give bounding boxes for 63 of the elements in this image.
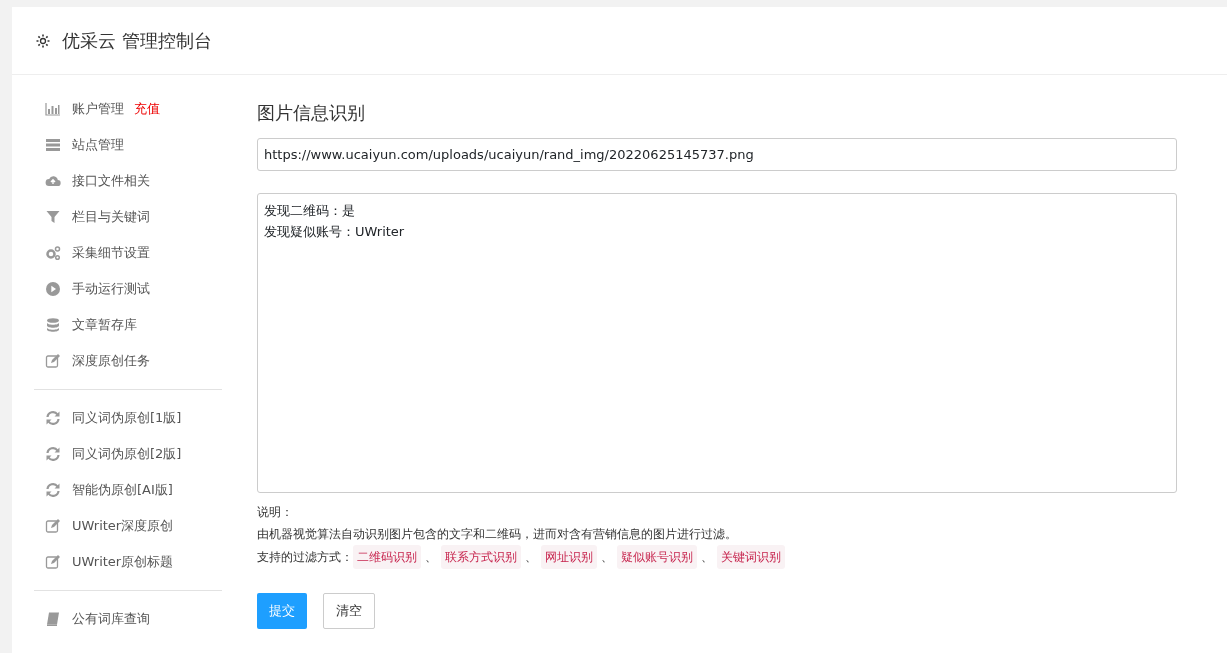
sidebar-item[interactable]: 深度原创任务 <box>34 343 222 379</box>
sidebar-item[interactable]: 文章暂存库 <box>34 307 222 343</box>
sidebar-item[interactable]: 账户管理 充值 <box>34 91 222 127</box>
refresh-icon <box>44 446 62 462</box>
result-field[interactable]: 发现二维码：是 发现疑似账号：UWriter <box>257 193 1177 493</box>
sidebar-item[interactable]: 站点管理 <box>34 127 222 163</box>
separator: 、 <box>524 549 538 566</box>
section-title: 图片信息识别 <box>257 101 366 125</box>
separator: 、 <box>600 549 614 566</box>
edit-icon <box>44 518 62 534</box>
gears-icon <box>44 245 62 261</box>
database-icon <box>44 317 62 333</box>
bar-chart-icon <box>44 101 62 117</box>
console-title: 优采云 管理控制台 <box>62 29 212 53</box>
sidebar-item[interactable]: 采集细节设置 <box>34 235 222 271</box>
sidebar-label: 手动运行测试 <box>72 280 150 299</box>
sidebar-item[interactable]: 接口文件相关 <box>34 163 222 199</box>
sidebar-label: 文章暂存库 <box>72 316 137 335</box>
sidebar-label: 站点管理 <box>72 136 124 155</box>
sidebar-item[interactable]: UWriter原创标题 <box>34 544 222 580</box>
sidebar-label: 智能伪原创[AI版] <box>72 481 173 500</box>
sidebar-item[interactable]: 公有词库查询 <box>34 601 222 637</box>
sidebar-label: UWriter深度原创 <box>72 517 174 536</box>
recharge-link[interactable]: 充值 <box>134 99 160 119</box>
refresh-icon <box>44 482 62 498</box>
filter-tag: 网址识别 <box>541 545 597 569</box>
sidebar-label: 接口文件相关 <box>72 172 150 191</box>
separator: 、 <box>424 549 438 566</box>
filter-tag: 联系方式识别 <box>441 545 521 569</box>
filter-tag: 二维码识别 <box>353 545 421 569</box>
filter-tag: 疑似账号识别 <box>617 545 697 569</box>
settings-icon <box>34 32 52 49</box>
edit-icon <box>44 554 62 570</box>
refresh-icon <box>44 410 62 426</box>
url-field[interactable]: https://www.ucaiyun.com/uploads/ucaiyun/rand_img/20220625145737.png <box>257 138 1177 171</box>
sidebar-label: 深度原创任务 <box>72 352 150 371</box>
sidebar-label: 同义词伪原创[1版] <box>72 409 182 428</box>
separator: 、 <box>700 549 714 566</box>
notes-heading: 说明： <box>257 504 294 521</box>
filter-icon <box>44 209 62 225</box>
sidebar-item[interactable]: 栏目与关键词 <box>34 199 222 235</box>
sidebar-label: 同义词伪原创[2版] <box>72 445 182 464</box>
book-icon <box>44 611 62 627</box>
cloud-upload-icon <box>44 173 62 189</box>
sidebar-label: 栏目与关键词 <box>72 208 150 227</box>
sidebar-item[interactable]: 智能伪原创[AI版] <box>34 472 222 508</box>
sidebar-label: 采集细节设置 <box>72 244 150 263</box>
sidebar-item[interactable]: 同义词伪原创[2版] <box>34 436 222 472</box>
sidebar-label: 公有词库查询 <box>72 610 150 629</box>
sidebar-item[interactable]: 手动运行测试 <box>34 271 222 307</box>
sidebar-label: UWriter原创标题 <box>72 553 174 572</box>
sidebar-item[interactable]: UWriter深度原创 <box>34 508 222 544</box>
filter-tag: 关键词识别 <box>717 545 785 569</box>
notes-text: 由机器视觉算法自动识别图片包含的文字和二维码，进而对含有营销信息的图片进行过滤。 <box>257 526 738 543</box>
server-icon <box>44 137 62 153</box>
result-line: 发现二维码：是 <box>264 202 356 220</box>
sidebar-item[interactable]: 同义词伪原创[1版] <box>34 400 222 436</box>
play-icon <box>44 281 62 297</box>
result-line: 发现疑似账号：UWriter <box>264 223 406 241</box>
clear-button[interactable]: 清空 <box>323 593 375 629</box>
edit-icon <box>44 353 62 369</box>
filters-label: 支持的过滤方式： <box>257 549 353 566</box>
sidebar-label: 账户管理 <box>72 100 124 119</box>
